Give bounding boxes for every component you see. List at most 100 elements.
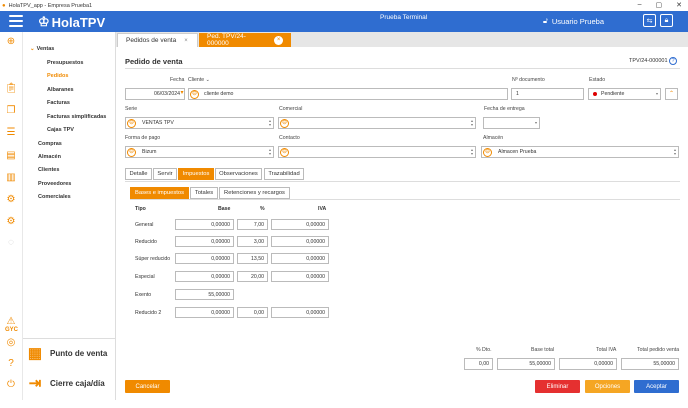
pct-cell[interactable]: 3,00 — [237, 236, 268, 247]
contacto-search-icon[interactable]: ⊖ — [280, 147, 289, 157]
pct-cell[interactable]: 13,50 — [237, 253, 268, 264]
cliente-input[interactable]: cliente demo — [188, 88, 508, 100]
tab-pedidos-de-venta[interactable]: Pedidos de venta × — [117, 33, 198, 47]
divider — [130, 199, 680, 200]
chevron-down-icon: ▾ — [534, 120, 537, 125]
clipboard-icon[interactable]: 📋︎ — [5, 83, 18, 95]
sidebar-item-facturas-simplificadas[interactable]: Facturas simplificadas — [47, 114, 106, 120]
total-iva-value: 0,00000 — [559, 358, 617, 370]
gear-icon[interactable]: ⚙ — [5, 216, 17, 228]
pct-cell[interactable]: 20,00 — [237, 271, 268, 282]
chevron-down-icon[interactable]: ⌄ — [206, 77, 210, 83]
almacen-search-icon[interactable]: ⊖ — [483, 147, 492, 157]
list-icon[interactable]: ☰ — [5, 127, 17, 139]
delete-button[interactable]: Eliminar — [535, 380, 580, 393]
sidebar-item-albaranes[interactable]: Albaranes — [47, 87, 74, 93]
tab-servir[interactable]: Servir — [153, 168, 177, 180]
calendar-icon[interactable]: ▾ — [176, 88, 188, 100]
tab-ped-tpv[interactable]: Ped. TPV/24-000000 × — [199, 33, 291, 47]
close-window-button[interactable]: ✕ — [676, 1, 682, 9]
iva-cell[interactable]: 0,00000 — [271, 253, 329, 264]
base-cell[interactable]: 0,00000 — [175, 307, 234, 318]
lock-icon[interactable]: 🔒︎ — [660, 14, 673, 27]
report-icon[interactable]: ▤ — [5, 150, 17, 162]
sidebar-item-compras[interactable]: Compras — [38, 141, 62, 147]
entrega-input[interactable]: ▾ — [483, 117, 540, 129]
row-label: Súper reducido — [135, 256, 171, 262]
lock-open-icon: 🔓︎ — [543, 16, 548, 25]
header-base: Base — [218, 206, 231, 212]
pago-select[interactable]: Bizum ▴ ▾ — [125, 146, 274, 158]
estado-select[interactable]: Pendiente ▾ — [588, 88, 661, 100]
comercial-select[interactable]: ▴ ▾ — [278, 117, 476, 129]
cancel-button[interactable]: Cancelar — [125, 380, 170, 393]
entrega-label: Fecha de entrega — [484, 106, 525, 112]
help-icon[interactable]: ? — [5, 358, 17, 370]
pago-search-icon[interactable]: ⊖ — [127, 147, 136, 157]
sidebar-item-cajas-tpv[interactable]: Cajas TPV — [47, 127, 74, 133]
close-icon[interactable]: × — [274, 35, 283, 45]
options-button[interactable]: Opciones — [585, 380, 630, 393]
estado-label: Estado — [589, 77, 606, 83]
pct-cell[interactable]: 7,00 — [237, 219, 268, 230]
window-title: HolaTPV_app - Empresa Prueba1 — [8, 2, 93, 9]
accept-button[interactable]: Aceptar — [634, 380, 679, 393]
tab-observaciones[interactable]: Observaciones — [215, 168, 262, 180]
iva-cell[interactable]: 0,00000 — [271, 236, 329, 247]
sidebar-item-comerciales[interactable]: Comerciales — [38, 194, 71, 200]
base-cell[interactable]: 0,00000 — [175, 219, 234, 230]
tab-trazabilidad[interactable]: Trazabilidad — [264, 168, 304, 180]
icon-bar: ⊕ 📋︎ ❐ ☰ ▤ ▥ ⚙ ⚙ ◌ GYC ⚠ ◎ ? ⏻ — [0, 32, 23, 400]
dto-input[interactable]: 0,00 — [464, 358, 493, 370]
close-icon[interactable]: × — [184, 38, 188, 44]
sidebar-item-proveedores[interactable]: Proveedores — [38, 181, 71, 187]
base-cell[interactable]: 0,00000 — [175, 253, 234, 264]
transfer-icon[interactable]: ⇆ — [643, 14, 656, 27]
sidebar-item-almacen[interactable]: Almacén — [38, 154, 61, 160]
sidebar-item-facturas[interactable]: Facturas — [47, 100, 70, 106]
ndoc-input[interactable]: 1 — [511, 88, 584, 100]
close-register-button[interactable]: ⇥ Cierre caja/día — [26, 372, 114, 394]
pos-button[interactable]: ▦ Punto de venta — [26, 342, 114, 364]
base-cell[interactable]: 55,00000 — [175, 289, 234, 300]
tab-totales[interactable]: Totales — [190, 187, 218, 199]
tab-impuestos[interactable]: Impuestos — [178, 168, 214, 180]
serie-search-icon[interactable]: ⊖ — [127, 118, 136, 128]
minimize-button[interactable]: – — [638, 1, 642, 9]
sidebar-item-pedidos[interactable]: Pedidos — [47, 73, 68, 79]
help-icon[interactable]: ? — [669, 57, 677, 65]
iva-cell[interactable]: 0,00000 — [271, 307, 329, 318]
app-icon: ● — [2, 2, 6, 9]
sidebar-item-clientes[interactable]: Clientes — [38, 167, 59, 173]
tab-bases-impuestos[interactable]: Bases e impuestos — [130, 187, 189, 199]
search-client-icon[interactable]: ⊖ — [190, 89, 199, 99]
chart-icon[interactable]: ▥ — [5, 172, 17, 184]
warning-icon[interactable]: ⚠ — [5, 316, 17, 328]
iva-cell[interactable]: 0,00000 — [271, 219, 329, 230]
tab-retenciones[interactable]: Retenciones y recargos — [219, 187, 290, 199]
hamburger-menu-icon[interactable] — [9, 15, 23, 27]
almacen-select[interactable]: Almacen Prueba ▴ ▾ — [481, 146, 679, 158]
comercial-search-icon[interactable]: ⊖ — [280, 118, 289, 128]
spinner-icon: ▴ ▾ — [673, 147, 676, 156]
serie-select[interactable]: VENTAS TPV ▴ ▾ — [125, 117, 274, 129]
base-cell[interactable]: 0,00000 — [175, 271, 234, 282]
contacto-select[interactable]: ▴ ▾ — [278, 146, 476, 158]
pct-cell[interactable]: 0,00 — [237, 307, 268, 318]
maximize-button[interactable]: ▢ — [656, 1, 663, 9]
iva-cell[interactable]: 0,00000 — [271, 271, 329, 282]
power-icon[interactable]: ⏻ — [5, 379, 17, 391]
divider — [125, 68, 680, 69]
spinner-icon: ▴ ▾ — [268, 118, 271, 127]
settings-icon[interactable]: ⚙ — [5, 194, 17, 206]
expand-up-button[interactable]: ⌃ — [665, 88, 678, 100]
documents-icon[interactable]: ❐ — [5, 105, 17, 117]
add-icon[interactable]: ⊕ — [5, 36, 17, 48]
tab-detalle[interactable]: Detalle — [125, 168, 152, 180]
sidebar-item-presupuestos[interactable]: Presupuestos — [47, 60, 83, 66]
base-cell[interactable]: 0,00000 — [175, 236, 234, 247]
exit-icon: ⇥ — [28, 375, 42, 392]
support-icon[interactable]: ◎ — [5, 337, 17, 349]
sidebar-group-ventas[interactable]: ⌄ Ventas — [30, 46, 54, 52]
user-menu[interactable]: 🔓︎ Usuario Prueba — [543, 16, 604, 26]
